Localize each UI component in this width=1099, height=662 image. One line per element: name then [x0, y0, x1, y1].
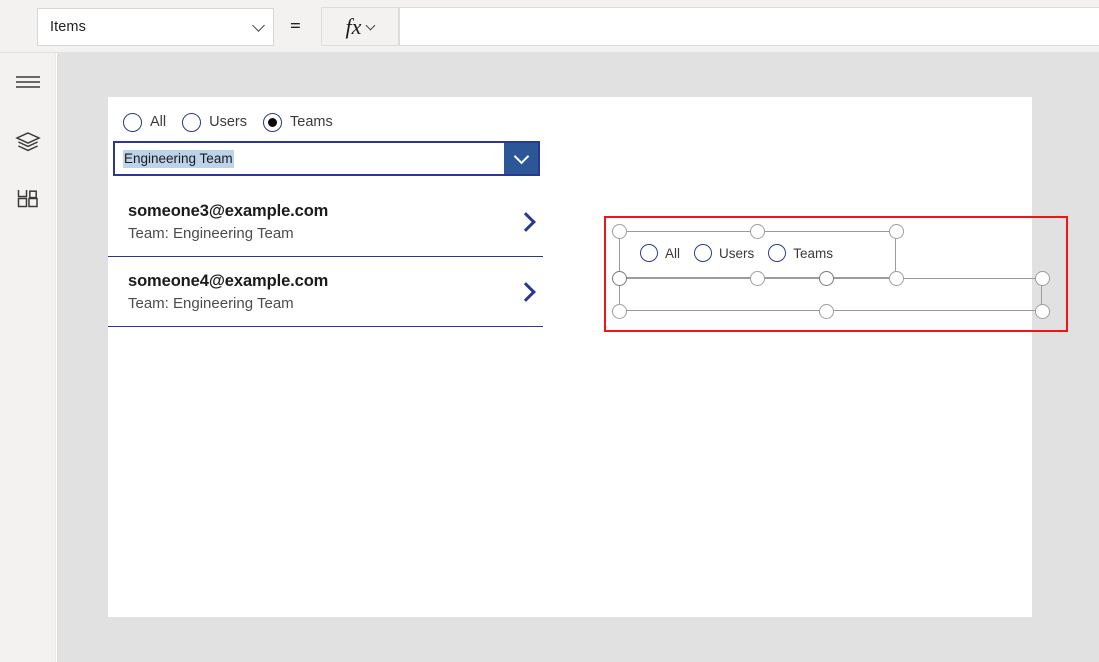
- radio-option-label: All: [665, 245, 681, 261]
- resize-handle-outer-top-right[interactable]: [1035, 271, 1050, 286]
- radio-option-label: Users: [719, 245, 755, 261]
- tree-view-icon: [15, 131, 41, 158]
- ghost-radio-option-users: Users: [694, 244, 754, 262]
- gallery-row-texts: someone4@example.com Team: Engineering T…: [128, 272, 328, 312]
- combobox-selected-value: Engineering Team: [123, 149, 234, 168]
- radio-option-all[interactable]: All: [123, 112, 167, 132]
- resize-handle-mid-right[interactable]: [889, 271, 904, 286]
- ghost-radio-option-teams: Teams: [768, 244, 833, 262]
- resize-handle-mid-left[interactable]: [612, 271, 627, 286]
- resize-handle-inner-bottom-center[interactable]: [750, 271, 765, 286]
- ghost-radio-option-all: All: [640, 244, 680, 262]
- chevron-right-icon[interactable]: [516, 281, 536, 302]
- gallery-row-title: someone4@example.com: [128, 271, 329, 290]
- property-select-dropdown[interactable]: Items: [37, 8, 274, 46]
- gallery-row-subtitle: Team: Engineering Team: [128, 294, 294, 312]
- fx-function-button[interactable]: fx: [321, 7, 399, 46]
- gallery-row[interactable]: someone3@example.com Team: Engineering T…: [108, 187, 543, 257]
- workspace: All Users Teams Engineering Team someone…: [57, 53, 1099, 662]
- app-canvas[interactable]: All Users Teams Engineering Team someone…: [108, 97, 1068, 617]
- resize-handle-top-right[interactable]: [889, 224, 904, 239]
- radio-option-label: Users: [209, 114, 247, 130]
- radio-circle-selected-icon: [263, 112, 282, 132]
- selection-overlay[interactable]: All Users Teams: [604, 216, 1068, 332]
- radio-option-teams[interactable]: Teams: [263, 112, 333, 132]
- radio-option-label: Teams: [290, 114, 333, 130]
- chevron-right-icon[interactable]: [516, 211, 536, 232]
- formula-bar: Items = fx: [0, 0, 1099, 53]
- formula-input[interactable]: [399, 7, 1099, 46]
- property-select-label: Items: [50, 19, 86, 35]
- gallery-row-texts: someone3@example.com Team: Engineering T…: [128, 202, 328, 242]
- chevron-down-icon: [252, 18, 265, 32]
- gallery-row-title: someone3@example.com: [128, 201, 329, 220]
- radio-group-filter[interactable]: All Users Teams: [123, 105, 349, 139]
- team-combobox[interactable]: Engineering Team: [113, 141, 540, 176]
- radio-option-users[interactable]: Users: [182, 112, 247, 132]
- resize-handle-bottom-center[interactable]: [819, 304, 834, 319]
- sidebar-item-insert[interactable]: [0, 180, 56, 228]
- resize-handle-bottom-left[interactable]: [612, 304, 627, 319]
- radio-circle-icon: [694, 244, 713, 262]
- gallery[interactable]: someone3@example.com Team: Engineering T…: [108, 187, 543, 327]
- sidebar-item-tree-view[interactable]: [0, 120, 56, 168]
- gallery-row-subtitle: Team: Engineering Team: [128, 224, 294, 242]
- radio-option-label: Teams: [793, 245, 834, 261]
- resize-handle-top-center[interactable]: [750, 224, 765, 239]
- combobox-value-wrapper[interactable]: Engineering Team: [115, 143, 504, 174]
- sidebar-item-menu[interactable]: [0, 60, 56, 108]
- gallery-row[interactable]: someone4@example.com Team: Engineering T…: [108, 257, 543, 327]
- radio-circle-icon: [768, 244, 787, 262]
- radio-circle-icon: [182, 112, 202, 132]
- combobox-dropdown-button[interactable]: [504, 143, 538, 174]
- ghost-radio-group: All Users Teams: [640, 244, 847, 262]
- insert-components-icon: [16, 187, 40, 219]
- fx-icon: fx: [345, 13, 362, 39]
- chevron-down-icon: [513, 148, 529, 164]
- hamburger-menu-icon: [15, 75, 41, 94]
- radio-option-label: All: [150, 114, 167, 130]
- resize-handle-top-left[interactable]: [612, 224, 627, 239]
- left-rail: [0, 53, 56, 662]
- resize-handle-outer-top-center[interactable]: [819, 271, 834, 286]
- chevron-down-icon: [365, 20, 376, 30]
- radio-circle-icon: [123, 112, 142, 132]
- resize-handle-bottom-right[interactable]: [1035, 304, 1050, 319]
- radio-circle-icon: [640, 244, 658, 262]
- equals-sign: =: [290, 16, 301, 37]
